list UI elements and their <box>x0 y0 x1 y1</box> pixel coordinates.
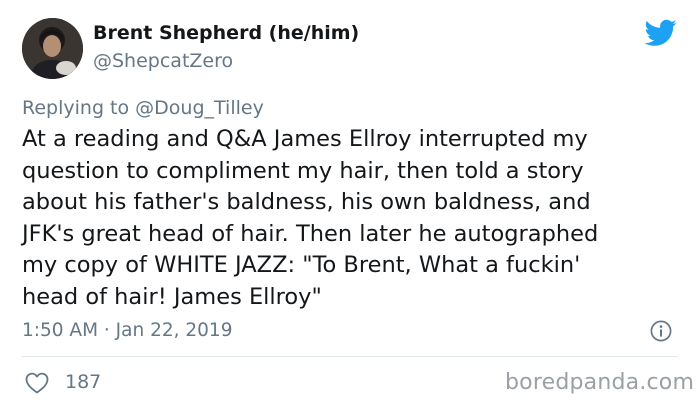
replying-to-label: Replying to <box>22 97 130 119</box>
info-icon[interactable] <box>650 320 672 342</box>
tweet-text-line: about his father's baldness, his own bal… <box>22 189 591 215</box>
tweet-text-line: head of hair! James Ellroy" <box>22 283 322 310</box>
watermark: boredpanda.com <box>505 370 695 395</box>
tweet-timestamp[interactable]: 1:50 AM · Jan 22, 2019 <box>22 320 232 341</box>
replying-to-line: Replying to @Doug_Tilley <box>22 97 264 119</box>
like-count: 187 <box>65 371 102 393</box>
avatar[interactable] <box>22 18 83 79</box>
tweet-text: At a reading and Q&A James Ellroy interr… <box>22 124 690 313</box>
heart-icon[interactable] <box>25 372 49 394</box>
tweet-text-line: my copy of WHITE JAZZ: "To Brent, What a… <box>22 252 581 278</box>
tweet-text-line: question to compliment my hair, then tol… <box>22 157 584 184</box>
author-name[interactable]: Brent Shepherd (he/him) <box>93 22 359 44</box>
divider <box>22 356 678 357</box>
author-handle[interactable]: @ShepcatZero <box>93 50 233 72</box>
reply-handle-link[interactable]: @Doug_Tilley <box>135 97 264 119</box>
tweet-text-line: JFK's great head of hair. Then later he … <box>22 220 599 247</box>
twitter-bird-icon[interactable] <box>645 19 677 47</box>
tweet-text-line: At a reading and Q&A James Ellroy interr… <box>22 126 588 152</box>
